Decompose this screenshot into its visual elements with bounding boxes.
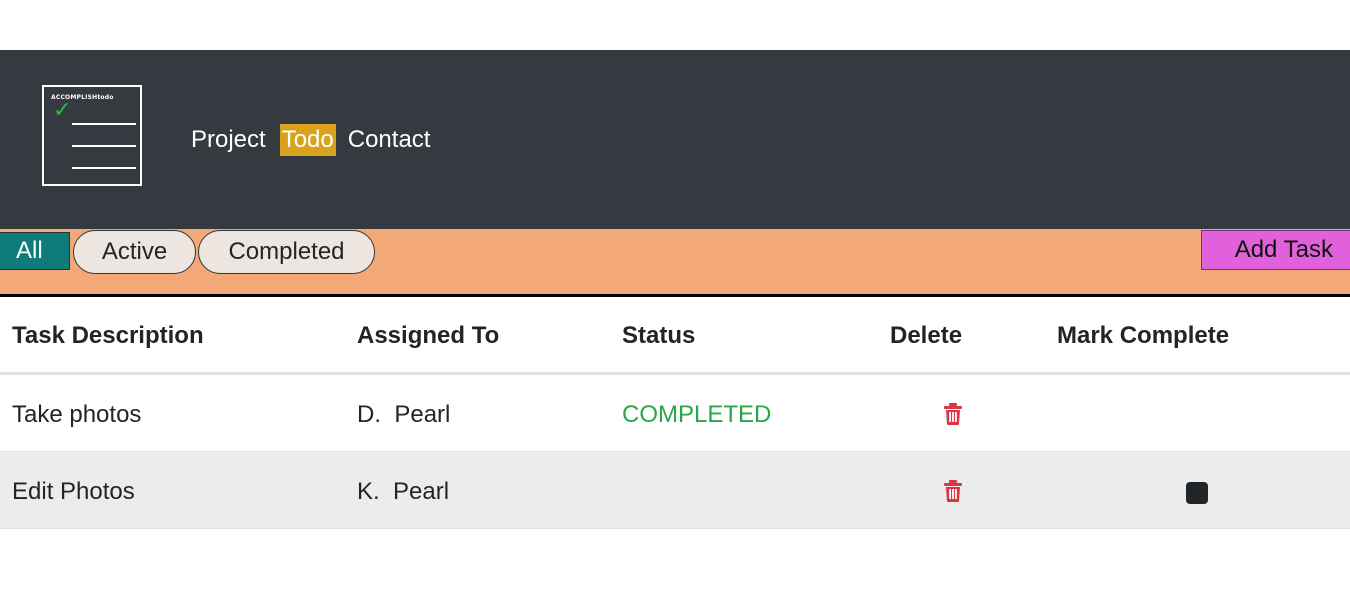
logo-line: [72, 145, 136, 147]
logo-line: [72, 123, 136, 125]
checkmark-icon: ✓: [53, 98, 72, 123]
header-delete: Delete: [890, 322, 963, 349]
table-row: Take photos D. Pearl COMPLETED: [0, 375, 1350, 452]
task-description: Edit Photos: [12, 478, 135, 505]
app-logo[interactable]: ACCOMPLISHtodo ✓: [42, 85, 142, 186]
logo-line: [72, 167, 136, 169]
task-table: Task Description Assigned To Status Dele…: [0, 297, 1350, 529]
filter-all-button[interactable]: All: [0, 232, 70, 270]
table-header: Task Description Assigned To Status Dele…: [0, 297, 1350, 375]
header-task-description: Task Description: [12, 322, 204, 349]
navbar: ACCOMPLISHtodo ✓ Project Todo Contact: [0, 50, 1350, 229]
filter-active-button[interactable]: Active: [73, 230, 196, 274]
nav-link-contact[interactable]: Contact: [346, 124, 433, 156]
task-description: Take photos: [12, 401, 142, 428]
table-row: Edit Photos K. Pearl: [0, 452, 1350, 529]
add-task-button[interactable]: Add Task: [1201, 230, 1350, 270]
filter-bar: All Active Completed Add Task: [0, 229, 1350, 297]
task-status: COMPLETED: [622, 401, 772, 428]
task-assignee: K. Pearl: [357, 478, 450, 505]
filter-completed-button[interactable]: Completed: [198, 230, 375, 274]
trash-icon[interactable]: [943, 480, 963, 502]
trash-icon[interactable]: [943, 403, 963, 425]
nav-link-todo[interactable]: Todo: [279, 123, 336, 156]
header-assigned-to: Assigned To: [357, 322, 500, 349]
task-assignee: D. Pearl: [357, 401, 451, 428]
nav-links: Project Todo Contact: [189, 122, 432, 157]
header-status: Status: [622, 322, 696, 349]
nav-link-project[interactable]: Project: [189, 124, 268, 156]
header-mark-complete: Mark Complete: [1057, 322, 1230, 349]
mark-complete-checkbox[interactable]: [1186, 482, 1208, 504]
